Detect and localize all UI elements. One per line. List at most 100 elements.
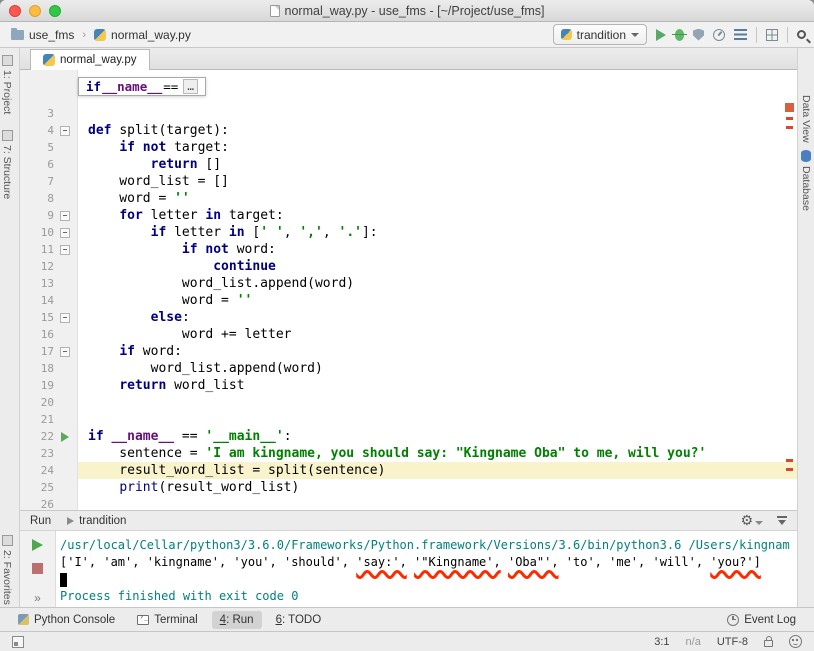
gutter-line[interactable]: 20 (20, 394, 77, 411)
minimize-window-button[interactable] (29, 4, 41, 17)
error-stripe-status-square[interactable] (785, 103, 794, 112)
code-line[interactable]: else: (78, 309, 797, 326)
toolwindow-button-structure[interactable]: 7: Structure (1, 130, 13, 199)
code-line[interactable]: word_list.append(word) (78, 275, 797, 292)
code-line[interactable]: return [] (78, 156, 797, 173)
hide-panel-icon[interactable] (777, 515, 787, 526)
fold-marker-icon[interactable] (54, 207, 76, 224)
gutter-line[interactable]: 12 (20, 258, 77, 275)
run-button[interactable] (656, 28, 666, 41)
gutter-line[interactable]: 21 (20, 411, 77, 428)
gutter-line[interactable]: 13 (20, 275, 77, 292)
code-line[interactable] (78, 496, 797, 510)
gutter-line[interactable]: 22 (20, 428, 77, 445)
toolwindow-button-favorites[interactable]: 2: Favorites (1, 535, 13, 605)
code-line[interactable]: if not word: (78, 241, 797, 258)
run-line-icon[interactable] (54, 428, 76, 445)
toolwindow-button-6-todo[interactable]: 6: TODO (268, 611, 330, 629)
code-line[interactable]: word += letter (78, 326, 797, 343)
gutter-line[interactable]: 18 (20, 360, 77, 377)
editor-tab-normal-way[interactable]: normal_way.py (30, 49, 150, 70)
code-line[interactable]: if letter in [' ', ',', '.']: (78, 224, 797, 241)
run-configuration-selector[interactable]: trandition (552, 24, 647, 45)
run-panel-header[interactable]: Run trandition ⚙ (20, 511, 797, 531)
titlebar[interactable]: normal_way.py - use_fms - [~/Project/use… (0, 0, 814, 22)
error-stripe-mark[interactable] (786, 468, 793, 471)
gutter-line[interactable]: 7 (20, 173, 77, 190)
code-line[interactable]: print(result_word_list) (78, 479, 797, 496)
code-line[interactable]: if __name__ == '__main__': (78, 428, 797, 445)
toolwindow-switcher-icon[interactable] (12, 635, 24, 648)
editor-code-lines[interactable]: def split(target): if not target: return… (78, 70, 797, 510)
fold-marker-icon[interactable] (54, 122, 76, 139)
toolwindow-button-4-run[interactable]: 4: Run (211, 610, 262, 629)
toolwindow-button-data-view[interactable]: Data View (800, 95, 812, 143)
code-line[interactable]: return word_list (78, 377, 797, 394)
code-line[interactable]: word = '' (78, 190, 797, 207)
lock-icon[interactable] (764, 636, 773, 647)
coverage-button[interactable] (693, 28, 704, 41)
gutter-line[interactable]: 25 (20, 479, 77, 496)
toolwindow-button-event-log[interactable]: Event Log (719, 611, 804, 629)
gutter-line[interactable]: 14 (20, 292, 77, 309)
gutter-line[interactable]: 19 (20, 377, 77, 394)
stop-button[interactable] (32, 563, 43, 574)
code-line[interactable]: word = '' (78, 292, 797, 309)
code-line[interactable] (78, 394, 797, 411)
fold-marker-icon[interactable] (54, 343, 76, 360)
code-line[interactable] (78, 105, 797, 122)
run-panel-config-tab[interactable]: trandition (61, 514, 132, 528)
gutter-line[interactable]: 23 (20, 445, 77, 462)
profiler-button[interactable] (713, 28, 725, 41)
console-output[interactable]: /usr/local/Cellar/python3/3.6.0/Framewor… (56, 531, 797, 607)
zoom-window-button[interactable] (49, 4, 61, 17)
code-line[interactable]: if word: (78, 343, 797, 360)
error-stripe-mark[interactable] (786, 117, 793, 120)
inspections-hector-icon[interactable] (789, 635, 802, 648)
restore-layout-button[interactable] (766, 28, 778, 41)
fold-marker-icon[interactable] (54, 224, 76, 241)
toolwindow-button-database[interactable]: Database (800, 150, 812, 211)
gutter-line[interactable]: 3 (20, 105, 77, 122)
rerun-button[interactable] (32, 539, 43, 551)
gutter-line[interactable]: 15 (20, 309, 77, 326)
breadcrumb-file[interactable]: normal_way.py (91, 26, 194, 44)
error-stripe-mark[interactable] (786, 126, 793, 129)
gutter-line[interactable]: 4 (20, 122, 77, 139)
gutter-line[interactable]: 17 (20, 343, 77, 360)
gutter-line[interactable]: 10 (20, 224, 77, 241)
fold-marker-icon[interactable] (54, 309, 76, 326)
settings-gear-icon[interactable]: ⚙ (740, 513, 763, 528)
gutter-line[interactable]: 24 (20, 462, 77, 479)
gutter-line[interactable]: 26 (20, 496, 77, 510)
code-line[interactable] (78, 411, 797, 428)
caret-position-widget[interactable]: 3:1 (654, 636, 669, 648)
fold-marker-icon[interactable] (54, 241, 76, 258)
search-everywhere-icon[interactable] (797, 30, 806, 39)
toolwindow-button-python-console[interactable]: Python Console (10, 611, 123, 629)
gutter-line[interactable]: 9 (20, 207, 77, 224)
code-line[interactable]: word_list.append(word) (78, 360, 797, 377)
code-line[interactable]: for letter in target: (78, 207, 797, 224)
concurrency-diagram-button[interactable] (734, 29, 747, 40)
encoding-widget[interactable]: UTF-8 (717, 636, 748, 648)
line-separator-widget[interactable]: n/a (686, 636, 701, 648)
code-line[interactable]: result_word_list = split(sentence) (78, 462, 797, 479)
debug-button[interactable] (672, 28, 687, 41)
gutter-line[interactable]: 16 (20, 326, 77, 343)
breadcrumb-project[interactable]: use_fms (8, 26, 77, 44)
gutter-line[interactable]: 8 (20, 190, 77, 207)
code-line[interactable]: sentence = 'I am kingname, you should sa… (78, 445, 797, 462)
code-line[interactable]: continue (78, 258, 797, 275)
error-stripe-mark[interactable] (786, 459, 793, 462)
fold-ellipsis[interactable]: … (183, 79, 198, 94)
editor-gutter[interactable]: 3 4 5 6 7 8 9 10 11 12 13 14 15 16 17 18 19 20 21 22 23 24 25 2… (20, 70, 78, 510)
close-window-button[interactable] (9, 4, 21, 17)
show-more-actions-icon[interactable]: » (34, 591, 41, 605)
gutter-line[interactable]: 11 (20, 241, 77, 258)
code-line[interactable]: word_list = [] (78, 173, 797, 190)
code-line[interactable]: def split(target): (78, 122, 797, 139)
gutter-line[interactable]: 5 (20, 139, 77, 156)
editor[interactable]: if __name__ == … 3 4 5 6 7 8 9 10 11 12 13 14 15 16 17… (20, 70, 797, 510)
toolwindow-button-terminal[interactable]: Terminal (129, 611, 205, 629)
